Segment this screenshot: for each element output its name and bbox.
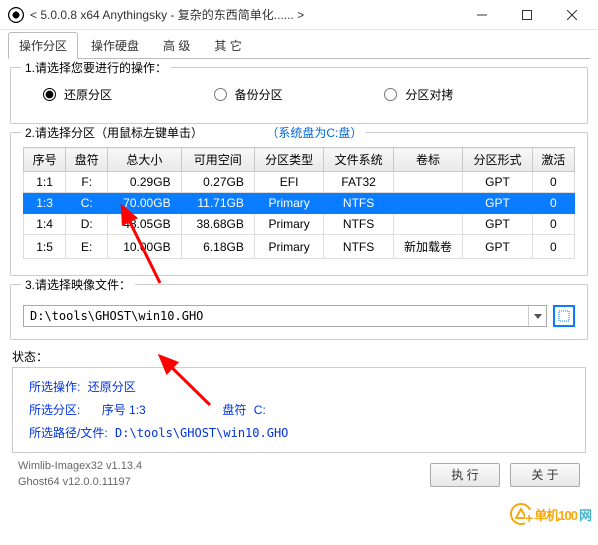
cell: 48.05GB [108, 214, 181, 235]
cell: C: [66, 193, 108, 214]
cell: GPT [463, 172, 532, 193]
cell [393, 193, 462, 214]
cell: 1:3 [24, 193, 66, 214]
footer-row: Wimlib-Imagex32 v1.13.4 Ghost64 v12.0.0.… [8, 453, 590, 490]
col-序号[interactable]: 序号 [24, 148, 66, 172]
cell: NTFS [324, 214, 393, 235]
col-分区类型[interactable]: 分区类型 [254, 148, 323, 172]
cell: GPT [463, 214, 532, 235]
cell: 0 [532, 193, 574, 214]
cell: 0 [532, 214, 574, 235]
status-label: 状态： [12, 348, 586, 365]
tab-高 级[interactable]: 高 级 [152, 32, 201, 59]
version-info: Wimlib-Imagex32 v1.13.4 Ghost64 v12.0.0.… [18, 459, 420, 490]
about-button[interactable]: 关 于 [510, 463, 580, 487]
radio-label: 备份分区 [235, 86, 283, 103]
tab-其 它[interactable]: 其 它 [203, 32, 252, 59]
partition-group: 2.请选择分区（用鼠标左键单击） （系统盘为C:盘） 序号盘符总大小可用空间分区… [10, 132, 588, 276]
cell: E: [66, 235, 108, 259]
window-title: < 5.0.0.8 x64 Anythingsky - 复杂的东西简单化....… [30, 6, 459, 23]
tab-strip: 操作分区操作硬盘高 级其 它 [8, 32, 590, 59]
table-row[interactable]: 1:1F:0.29GB0.27GBEFIFAT32 GPT0 [24, 172, 575, 193]
radio-分区对拷[interactable]: 分区对拷 [384, 86, 555, 103]
image-file-group: 3.请选择映像文件： D:\tools\GHOST\win10.GHO [10, 284, 588, 340]
radio-label: 分区对拷 [405, 86, 453, 103]
tab-操作硬盘[interactable]: 操作硬盘 [80, 32, 150, 59]
cell: 1:1 [24, 172, 66, 193]
partition-table[interactable]: 序号盘符总大小可用空间分区类型文件系统卷标分区形式激活 1:1F:0.29GB0… [23, 147, 575, 259]
cell: FAT32 [324, 172, 393, 193]
image-file-row: D:\tools\GHOST\win10.GHO [23, 305, 575, 327]
browse-button[interactable] [553, 305, 575, 327]
cell: 0 [532, 235, 574, 259]
radio-input[interactable] [384, 88, 397, 101]
cell [393, 214, 462, 235]
watermark: 单机100 网 [510, 503, 592, 525]
table-row[interactable]: 1:3C:70.00GB11.71GBPrimaryNTFS GPT0 [24, 193, 575, 214]
content-area: 操作分区操作硬盘高 级其 它 1.请选择您要进行的操作： 还原分区 备份分区 分区对… [0, 30, 598, 498]
col-文件系统[interactable]: 文件系统 [324, 148, 393, 172]
radio-input[interactable] [214, 88, 227, 101]
status-part-row: 所选分区: 序号 1:3 盘符 C: [29, 399, 569, 422]
operation-group: 1.请选择您要进行的操作： 还原分区备份分区分区对拷 [10, 67, 588, 124]
cell: 0 [532, 172, 574, 193]
watermark-icon [510, 503, 532, 525]
image-path-combo[interactable]: D:\tools\GHOST\win10.GHO [23, 305, 547, 327]
radio-备份分区[interactable]: 备份分区 [214, 86, 385, 103]
cell: 0.27GB [181, 172, 254, 193]
operation-legend: 1.请选择您要进行的操作： [21, 59, 171, 76]
cell: 1:4 [24, 214, 66, 235]
image-path-value: D:\tools\GHOST\win10.GHO [24, 309, 528, 323]
minimize-button[interactable] [459, 1, 504, 29]
col-可用空间[interactable]: 可用空间 [181, 148, 254, 172]
cell: Primary [254, 214, 323, 235]
close-button[interactable] [549, 1, 594, 29]
col-分区形式[interactable]: 分区形式 [463, 148, 532, 172]
radio-label: 还原分区 [64, 86, 112, 103]
cell: 0.29GB [108, 172, 181, 193]
image-file-legend: 3.请选择映像文件： [21, 276, 135, 293]
system-disk-hint: （系统盘为C:盘） [266, 126, 362, 140]
table-header-row: 序号盘符总大小可用空间分区类型文件系统卷标分区形式激活 [24, 148, 575, 172]
tab-操作分区[interactable]: 操作分区 [8, 32, 78, 59]
radio-input[interactable] [43, 88, 56, 101]
cell: F: [66, 172, 108, 193]
table-row[interactable]: 1:4D:48.05GB38.68GBPrimaryNTFS GPT0 [24, 214, 575, 235]
cell: NTFS [324, 235, 393, 259]
status-box: 所选操作: 还原分区 所选分区: 序号 1:3 盘符 C: 所选路径/文件: D… [12, 367, 586, 453]
partition-legend: 2.请选择分区（用鼠标左键单击） （系统盘为C:盘） [21, 124, 366, 141]
cell: 11.71GB [181, 193, 254, 214]
radio-还原分区[interactable]: 还原分区 [43, 86, 214, 103]
titlebar: < 5.0.0.8 x64 Anythingsky - 复杂的东西简单化....… [0, 0, 598, 30]
cell: 6.18GB [181, 235, 254, 259]
cell: 1:5 [24, 235, 66, 259]
cell: 38.68GB [181, 214, 254, 235]
col-盘符[interactable]: 盘符 [66, 148, 108, 172]
operation-radios: 还原分区 备份分区 分区对拷 [23, 78, 575, 111]
cell: D: [66, 214, 108, 235]
cell [393, 172, 462, 193]
status-path-row: 所选路径/文件: D:\tools\GHOST\win10.GHO [29, 422, 569, 445]
execute-button[interactable]: 执 行 [430, 463, 500, 487]
window-controls [459, 1, 594, 29]
cell: GPT [463, 235, 532, 259]
cell: Primary [254, 193, 323, 214]
cell: Primary [254, 235, 323, 259]
cell: 10.00GB [108, 235, 181, 259]
partition-legend-text: 2.请选择分区（用鼠标左键单击） [25, 126, 203, 140]
table-row[interactable]: 1:5E:10.00GB6.18GBPrimaryNTFS新加载卷GPT0 [24, 235, 575, 259]
chevron-down-icon[interactable] [528, 306, 546, 326]
maximize-button[interactable] [504, 1, 549, 29]
cell: NTFS [324, 193, 393, 214]
col-激活[interactable]: 激活 [532, 148, 574, 172]
app-icon [8, 7, 24, 23]
cell: GPT [463, 193, 532, 214]
cell: EFI [254, 172, 323, 193]
cell: 70.00GB [108, 193, 181, 214]
cell: 新加载卷 [393, 235, 462, 259]
status-op-row: 所选操作: 还原分区 [29, 376, 569, 399]
col-总大小[interactable]: 总大小 [108, 148, 181, 172]
table-body: 1:1F:0.29GB0.27GBEFIFAT32GPT01:3C:70.00G… [24, 172, 575, 259]
col-卷标[interactable]: 卷标 [393, 148, 462, 172]
